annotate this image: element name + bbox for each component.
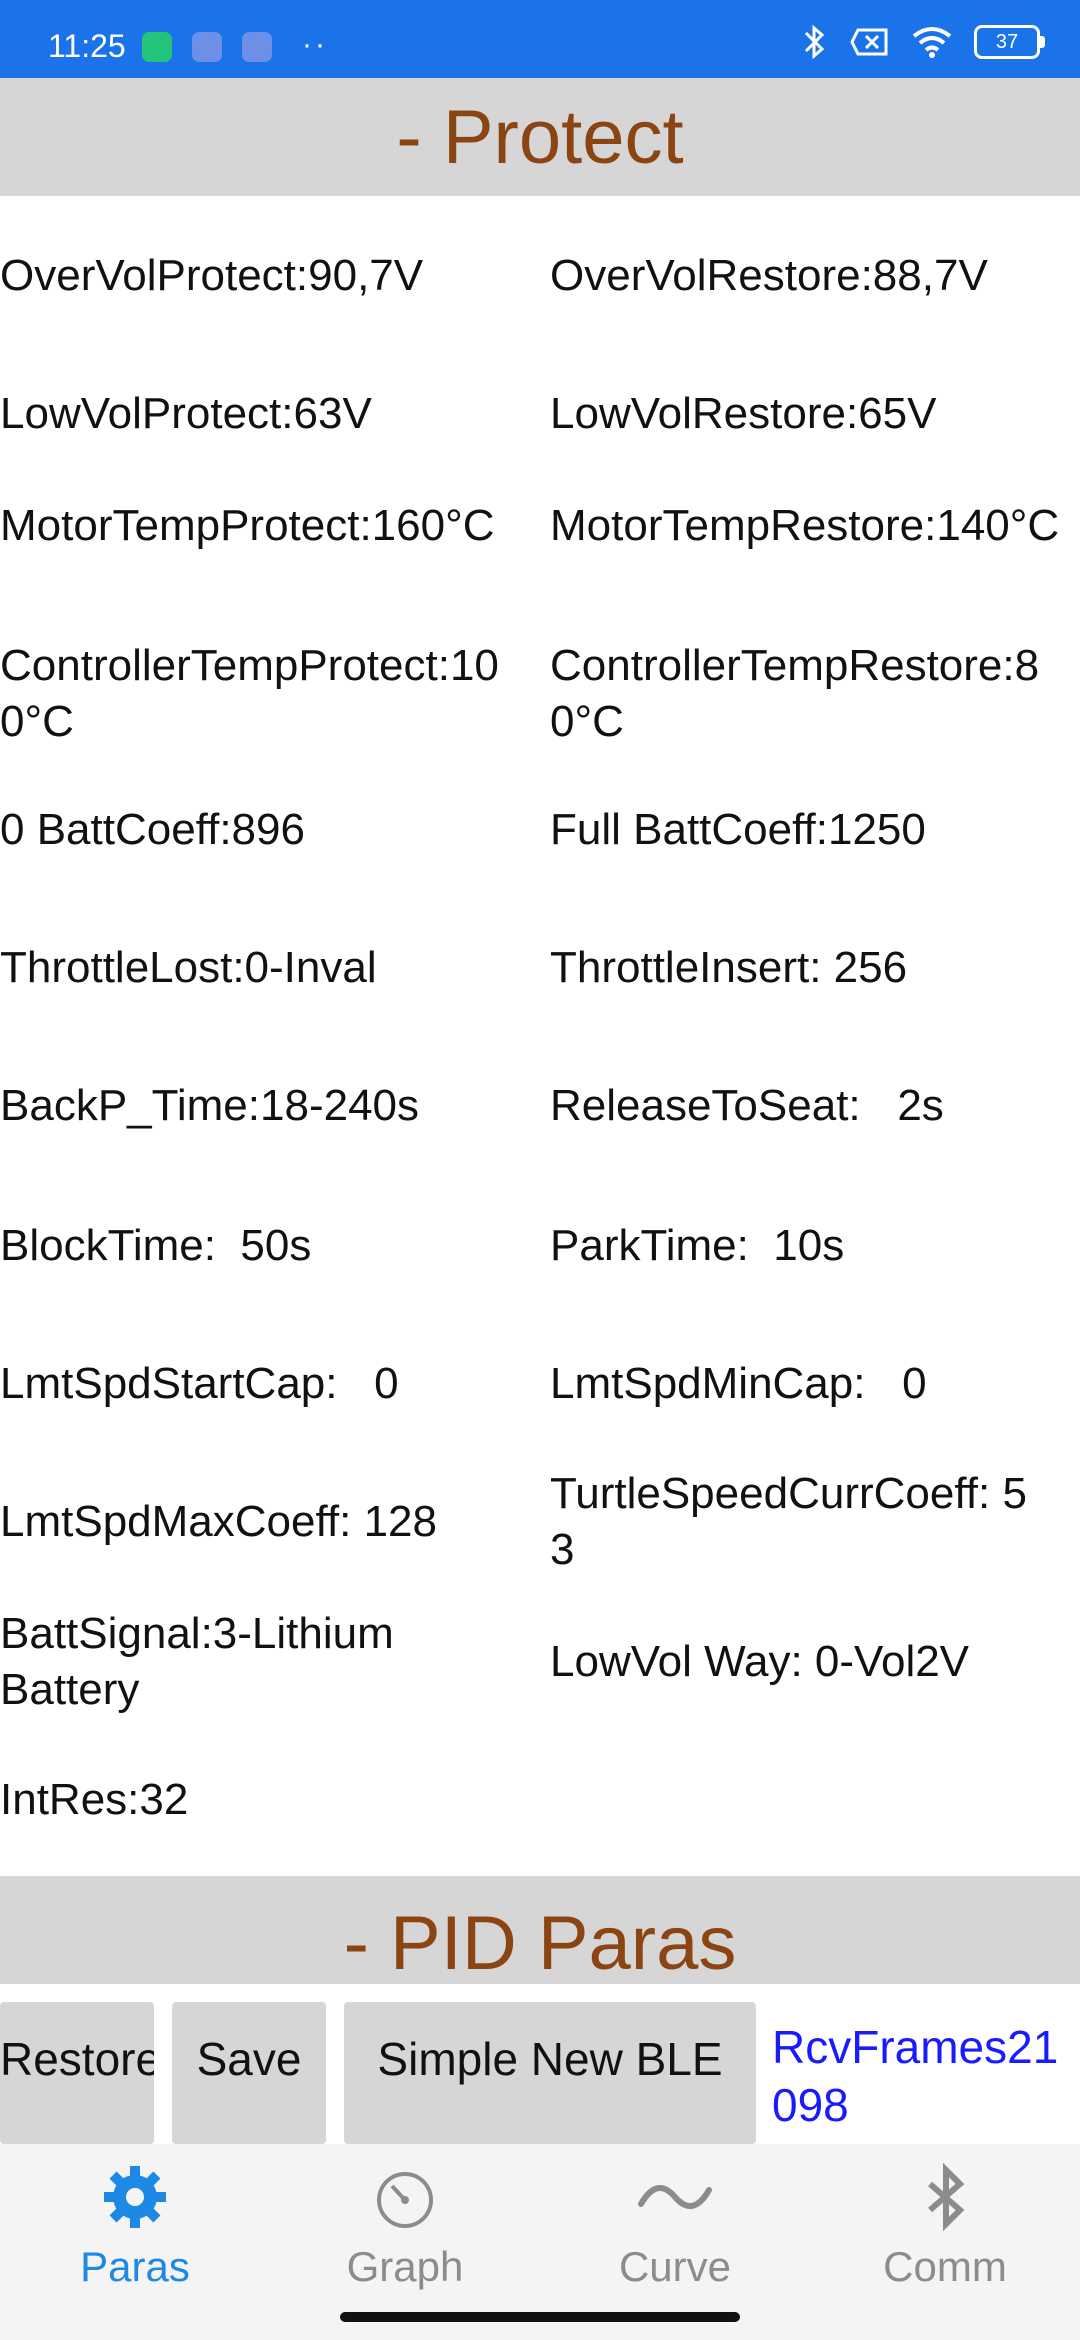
param-block-time[interactable]: BlockTime: 50s	[0, 1218, 530, 1274]
nav-item-curve[interactable]: Curve	[540, 2162, 810, 2291]
bluetooth-icon	[928, 2162, 965, 2232]
param-motor-temp-restore[interactable]: MotorTempRestore:140°C	[550, 498, 1080, 554]
param-controller-temp-protect[interactable]: ControllerTempProtect:100°C	[0, 638, 530, 750]
status-bar: 11:25 ·· 37	[0, 0, 1080, 78]
nav-label-curve: Curve	[618, 2243, 732, 2290]
param-low-vol-way[interactable]: LowVol Way: 0-Vol2V	[550, 1634, 1080, 1690]
nav-label-comm: Comm	[883, 2243, 1007, 2290]
rcv-frames-counter: RcvFrames21098	[772, 2021, 1059, 2131]
param-turtle-speed-curr-coeff[interactable]: TurtleSpeedCurrCoeff: 53	[550, 1466, 1050, 1578]
param-over-vol-protect[interactable]: OverVolProtect:90,7V	[0, 248, 530, 304]
wave-icon	[638, 2185, 712, 2209]
battery-level: 37	[995, 30, 1019, 53]
nav-item-graph[interactable]: Graph	[270, 2162, 540, 2291]
message-icon	[242, 32, 272, 62]
no-sim-icon	[850, 28, 888, 56]
protect-section-header[interactable]: - Protect	[0, 78, 1080, 196]
home-indicator[interactable]	[340, 2312, 740, 2322]
battery-icon: 37	[974, 25, 1045, 59]
param-throttle-insert[interactable]: ThrottleInsert: 256	[550, 940, 1080, 996]
pid-section-header[interactable]: - PID Paras	[0, 1876, 1080, 1984]
param-lmt-spd-max-coeff[interactable]: LmtSpdMaxCoeff: 128	[0, 1494, 530, 1550]
gauge-icon	[377, 2172, 433, 2228]
protect-section-title: - Protect	[396, 94, 684, 180]
param-park-time[interactable]: ParkTime: 10s	[550, 1218, 1080, 1274]
restore-button[interactable]: Restore	[0, 2002, 154, 2144]
more-dots-icon: ··	[302, 28, 328, 61]
simple-new-ble-button[interactable]: Simple New BLE	[344, 2002, 756, 2144]
param-full-batt-coeff[interactable]: Full BattCoeff:1250	[550, 802, 1080, 858]
bottom-navigation: Paras Graph Curve Comm	[0, 2144, 1080, 2340]
param-batt-signal[interactable]: BattSignal:3-Lithium Battery	[0, 1606, 530, 1718]
shield-notification-icon	[142, 32, 172, 62]
param-low-vol-protect[interactable]: LowVolProtect:63V	[0, 386, 530, 442]
param-zero-batt-coeff[interactable]: 0 BattCoeff:896	[0, 802, 530, 858]
param-motor-temp-protect[interactable]: MotorTempProtect:160°C	[0, 498, 530, 554]
status-icons: 37	[802, 24, 1045, 60]
param-int-res[interactable]: IntRes:32	[0, 1772, 530, 1828]
param-release-to-seat[interactable]: ReleaseToSeat: 2s	[550, 1078, 1080, 1134]
save-button[interactable]: Save	[172, 2002, 326, 2144]
param-over-vol-restore[interactable]: OverVolRestore:88,7V	[550, 248, 1080, 304]
bluetooth-icon	[804, 24, 825, 60]
param-lmt-spd-min-cap[interactable]: LmtSpdMinCap: 0	[550, 1356, 1080, 1412]
message-icon	[192, 32, 222, 62]
param-throttle-lost[interactable]: ThrottleLost:0-Inval	[0, 940, 530, 996]
nav-label-paras: Paras	[80, 2243, 190, 2290]
nav-item-comm[interactable]: Comm	[810, 2162, 1080, 2291]
action-bar: Restore Save Simple New BLE RcvFrames210…	[0, 1984, 1080, 2144]
nav-item-paras[interactable]: Paras	[0, 2162, 270, 2291]
param-controller-temp-restore[interactable]: ControllerTempRestore:80°C	[550, 638, 1080, 750]
wifi-icon	[912, 27, 952, 58]
param-low-vol-restore[interactable]: LowVolRestore:65V	[550, 386, 1080, 442]
status-time: 11:25	[48, 28, 126, 64]
nav-label-graph: Graph	[346, 2243, 464, 2290]
param-lmt-spd-start-cap[interactable]: LmtSpdStartCap: 0	[0, 1356, 530, 1412]
param-backp-time[interactable]: BackP_Time:18-240s	[0, 1078, 530, 1134]
pid-section-title: - PID Paras	[343, 1901, 737, 1984]
gear-icon	[104, 2166, 166, 2228]
